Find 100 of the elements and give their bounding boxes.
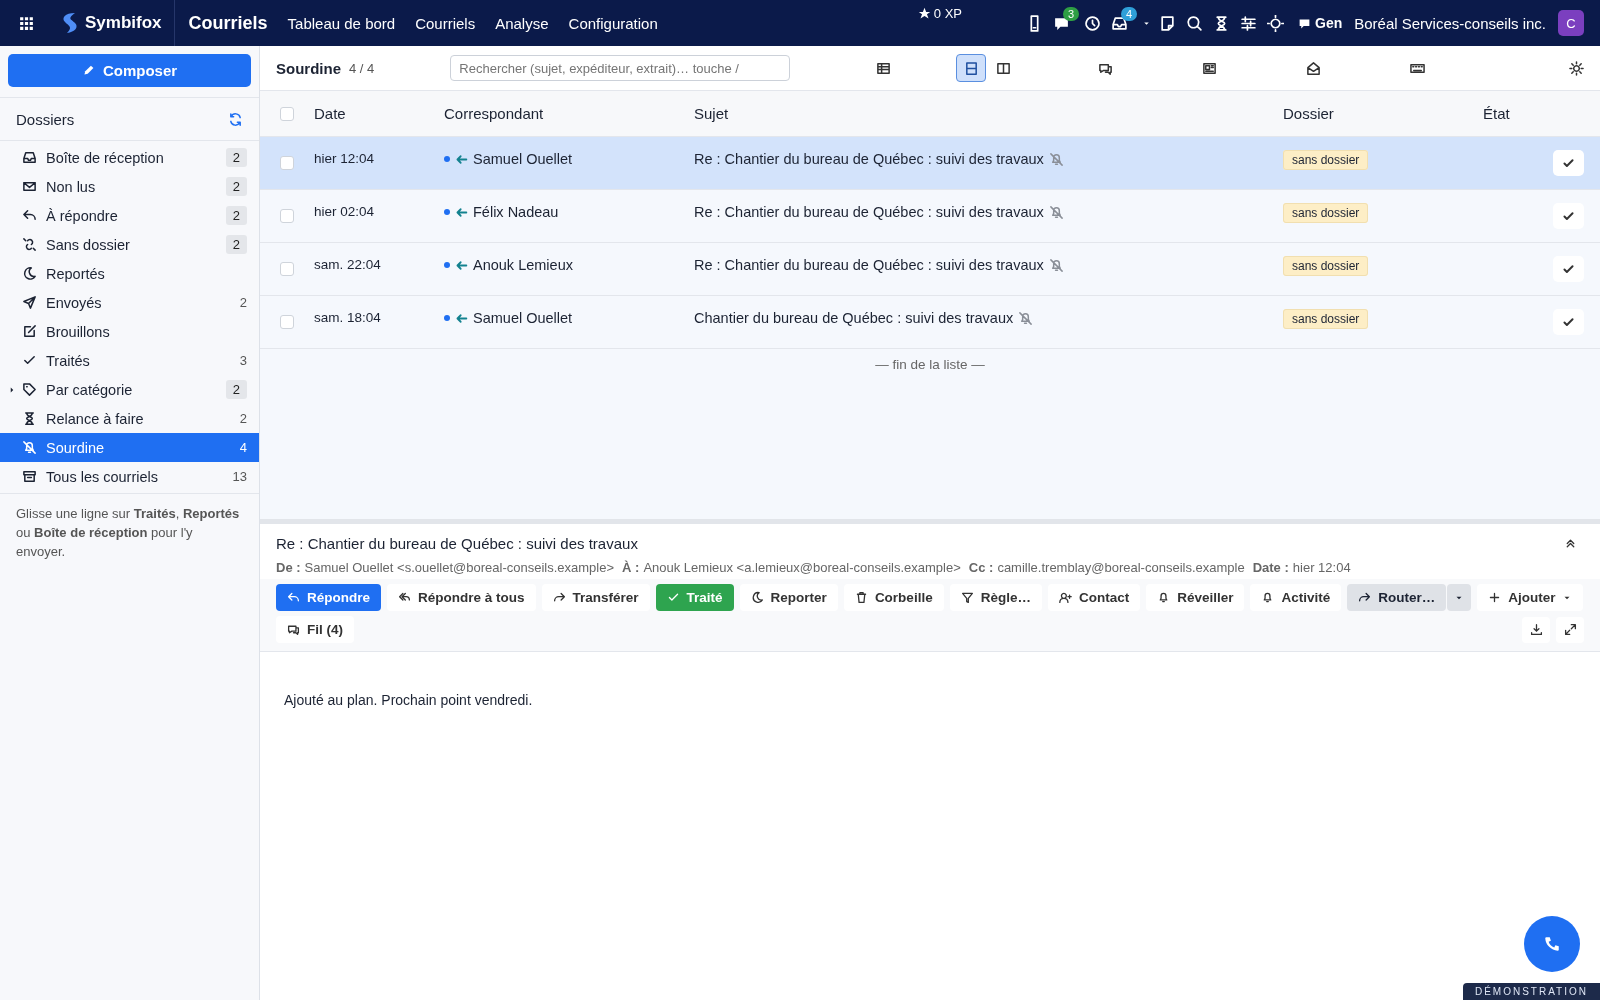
inbox-icon[interactable] (1111, 14, 1128, 32)
check-icon (1562, 315, 1575, 329)
mark-done-button[interactable] (1553, 150, 1584, 176)
settings-icon[interactable] (1569, 60, 1584, 76)
folder-count: 4 (239, 440, 247, 455)
plus-icon (1488, 591, 1502, 604)
nav-link[interactable]: Tableau de bord (287, 14, 396, 32)
folder-item[interactable]: Sans dossier 2 (0, 230, 259, 259)
action-button[interactable]: Contact (1047, 584, 1141, 611)
route-button[interactable]: Router… (1347, 584, 1447, 611)
sliders-icon[interactable] (1240, 14, 1257, 32)
folder-item[interactable]: Tous les courriels 13 (0, 462, 259, 491)
folder-item[interactable]: Relance à faire 2 (0, 404, 259, 433)
mark-done-button[interactable] (1553, 256, 1584, 282)
list-title: Sourdine (276, 59, 341, 77)
compose-button[interactable]: Composer (8, 54, 251, 87)
subject-cell: Chantier du bureau de Québec : suivi des travaux (694, 310, 1014, 326)
arrow-left-icon (455, 152, 468, 166)
clock-icon[interactable] (1084, 14, 1101, 32)
folder-count: 2 (225, 148, 247, 167)
correspondent-cell: Samuel Ouellet (473, 310, 573, 326)
filter-icon (960, 591, 974, 604)
rows-layout-button[interactable] (956, 54, 987, 82)
folder-tag: sans dossier (1283, 309, 1369, 329)
action-button[interactable]: Répondre (276, 584, 381, 611)
column-header[interactable]: État (1483, 105, 1600, 122)
nav-link[interactable]: Configuration (568, 14, 658, 32)
action-button[interactable]: Réveiller (1146, 584, 1245, 611)
folder-item[interactable]: Boîte de réception 2 (0, 143, 259, 172)
folder-item[interactable]: À répondre 2 (0, 201, 259, 230)
reply-icon (22, 208, 37, 223)
list-count: 4 / 4 (349, 60, 375, 76)
correspondent-cell: Samuel Ouellet (473, 151, 573, 167)
folder-item[interactable]: Envoyés 2 (0, 288, 259, 317)
assistant-button[interactable]: Gen (1298, 15, 1343, 31)
download-button[interactable] (1522, 616, 1550, 643)
meta-value: Samuel Ouellet <s.ouellet@boreal-conseils.example> (304, 560, 615, 575)
column-header[interactable]: Sujet (694, 105, 1283, 122)
action-button[interactable]: Fil (4) (276, 616, 354, 643)
star-icon (917, 7, 931, 20)
search-field[interactable]: Rechercher (sujet, expéditeur, extrait)… touche / (450, 55, 791, 81)
demo-badge: DÉMONSTRATION (1462, 983, 1600, 1000)
folder-count: 13 (232, 469, 247, 484)
app-name: Symbifox (85, 13, 162, 33)
folder-item[interactable]: Reportés (0, 259, 259, 288)
column-header[interactable]: Dossier (1283, 105, 1483, 122)
arrow-left-icon (455, 258, 468, 272)
muted-bell-icon (1048, 204, 1064, 220)
folder-item[interactable]: Non lus 2 (0, 172, 259, 201)
nav-link[interactable]: Courriels (415, 14, 476, 32)
subject-cell: Re : Chantier du bureau de Québec : suivi des travaux (694, 151, 1044, 167)
action-button[interactable]: Reporter (739, 584, 838, 611)
call-button[interactable] (1524, 916, 1580, 972)
apps-grid-icon[interactable] (18, 14, 35, 32)
notification-badge: 3 (1063, 6, 1080, 21)
message-row[interactable]: hier 12:04 Samuel Ouellet Re : Chantier du bureau de Québec : suivi des travaux sans dossier (260, 137, 1600, 190)
inbox-icon (22, 150, 37, 165)
action-button[interactable]: Ajouter (1477, 584, 1584, 611)
row-checkbox[interactable] (280, 262, 294, 276)
forward-icon (552, 591, 566, 604)
note-icon[interactable] (1159, 14, 1176, 32)
date-cell-text: sam. 18:04 (314, 309, 382, 325)
column-header[interactable]: Date (314, 105, 444, 122)
add-user-icon (1058, 591, 1072, 604)
expand-button[interactable] (1556, 616, 1584, 643)
select-all-checkbox[interactable] (280, 106, 294, 121)
action-button[interactable]: Activité (1250, 584, 1342, 611)
edit-icon (22, 324, 37, 339)
forward-icon (1358, 591, 1372, 604)
folder-item[interactable]: Par catégorie 2 (0, 375, 259, 404)
column-header[interactable]: Correspondant (444, 105, 694, 122)
row-checkbox[interactable] (280, 315, 294, 329)
section-title: Courriels (188, 12, 268, 34)
muted-bell-icon (1018, 310, 1034, 326)
message-row[interactable]: hier 02:04 Félix Nadeau Re : Chantier du bureau de Québec : suivi des travaux sans dossier (260, 190, 1600, 243)
check-icon (1562, 209, 1575, 223)
user-avatar[interactable]: C (1558, 10, 1584, 36)
action-button[interactable]: Transférer (541, 584, 650, 611)
meta-label: Cc : (968, 560, 994, 575)
folder-tag: sans dossier (1283, 150, 1369, 170)
row-checkbox[interactable] (280, 209, 294, 223)
folder-item[interactable]: Sourdine 4 (0, 433, 259, 462)
action-button[interactable]: Règle… (949, 584, 1042, 611)
mark-done-button[interactable] (1553, 203, 1584, 229)
action-button[interactable]: Répondre à tous (387, 584, 536, 611)
nav-link[interactable]: Analyse (495, 14, 549, 32)
check-icon (1562, 156, 1575, 170)
folder-item[interactable]: Brouillons (0, 317, 259, 346)
sun-icon[interactable] (1267, 14, 1284, 32)
message-row[interactable]: sam. 18:04 Samuel Ouellet Chantier du bureau de Québec : suivi des travaux sans dossier (260, 296, 1600, 349)
message-row[interactable]: sam. 22:04 Anouk Lemieux Re : Chantier du bureau de Québec : suivi des travaux sans dossier (260, 243, 1600, 296)
search-icon[interactable] (1186, 14, 1203, 32)
row-checkbox[interactable] (280, 156, 294, 170)
message-body: Ajouté au plan. Prochain point vendredi. (284, 692, 534, 708)
refresh-icon[interactable] (228, 111, 243, 127)
action-button[interactable]: Corbeille (843, 584, 944, 611)
end-of-list: — fin de la liste — (260, 349, 1600, 380)
folder-count: 2 (225, 206, 247, 225)
folder-item[interactable]: Traités 3 (0, 346, 259, 375)
mark-done-button[interactable] (1553, 309, 1584, 335)
